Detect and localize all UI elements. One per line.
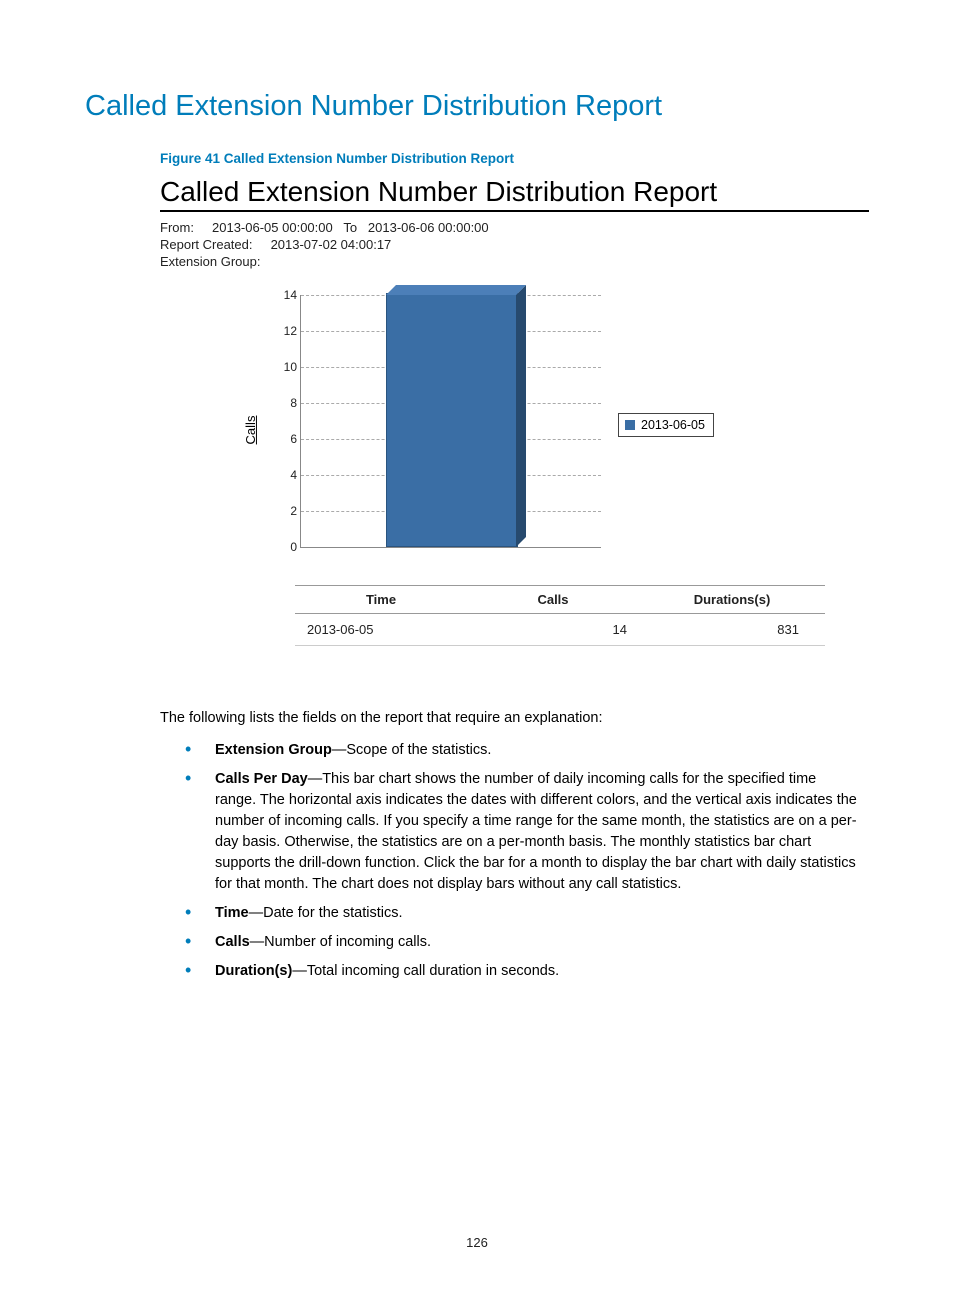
- field-desc: —Number of incoming calls.: [250, 934, 431, 950]
- chart-bar: [386, 293, 518, 547]
- chart-y-tick: 14: [273, 288, 301, 302]
- field-desc: —Total incoming call duration in seconds…: [292, 963, 559, 979]
- to-value: 2013-06-06 00:00:00: [368, 220, 489, 235]
- chart-y-tick: 12: [273, 324, 301, 338]
- explanation-intro: The following lists the fields on the re…: [160, 710, 869, 726]
- cell-duration: 831: [639, 614, 825, 646]
- chart-plot-area: 02468101214: [300, 295, 601, 548]
- to-label: To: [343, 220, 357, 235]
- col-header-time: Time: [295, 586, 467, 614]
- chart-y-tick: 8: [273, 396, 301, 410]
- report-date-range: From: 2013-06-05 00:00:00 To 2013-06-06 …: [160, 220, 869, 235]
- cell-calls: 14: [467, 614, 639, 646]
- created-label: Report Created:: [160, 237, 253, 252]
- page-number: 126: [0, 1235, 954, 1250]
- figure-caption: Figure 41 Called Extension Number Distri…: [160, 151, 869, 166]
- cell-time: 2013-06-05: [295, 614, 467, 646]
- field-term: Calls Per Day: [215, 771, 308, 787]
- table-row: 2013-06-0514831: [295, 614, 825, 646]
- legend-label: 2013-06-05: [641, 418, 705, 432]
- list-item: Extension Group—Scope of the statistics.: [185, 740, 859, 761]
- field-term: Calls: [215, 934, 250, 950]
- chart-legend: 2013-06-05: [618, 413, 714, 437]
- chart-y-tick: 10: [273, 360, 301, 374]
- field-desc: —Scope of the statistics.: [332, 742, 492, 758]
- report-screenshot: Called Extension Number Distribution Rep…: [160, 176, 869, 646]
- list-item: Calls Per Day—This bar chart shows the n…: [185, 769, 859, 895]
- extension-group-row: Extension Group:: [160, 254, 869, 269]
- list-item: Calls—Number of incoming calls.: [185, 932, 859, 953]
- field-term: Duration(s): [215, 963, 292, 979]
- chart-y-tick: 0: [273, 540, 301, 554]
- field-desc: —This bar chart shows the number of dail…: [215, 771, 857, 892]
- list-item: Time—Date for the statistics.: [185, 903, 859, 924]
- created-value: 2013-07-02 04:00:17: [271, 237, 392, 252]
- col-header-duration: Durations(s): [639, 586, 825, 614]
- list-item: Duration(s)—Total incoming call duration…: [185, 961, 859, 982]
- extgroup-label: Extension Group:: [160, 254, 260, 269]
- report-created-row: Report Created: 2013-07-02 04:00:17: [160, 237, 869, 252]
- field-desc: —Date for the statistics.: [249, 905, 403, 921]
- col-header-calls: Calls: [467, 586, 639, 614]
- table-header-row: Time Calls Durations(s): [295, 586, 825, 614]
- calls-per-day-chart: Calls 02468101214 2013-06-05: [270, 295, 869, 565]
- chart-bar-top: [386, 285, 526, 295]
- from-label: From:: [160, 220, 194, 235]
- chart-y-axis-label: Calls: [243, 416, 258, 445]
- chart-y-tick: 6: [273, 432, 301, 446]
- field-term: Time: [215, 905, 249, 921]
- legend-swatch-icon: [625, 420, 635, 430]
- field-term: Extension Group: [215, 742, 332, 758]
- page-title: Called Extension Number Distribution Rep…: [85, 90, 869, 123]
- from-value: 2013-06-05 00:00:00: [212, 220, 333, 235]
- data-table: Time Calls Durations(s) 2013-06-0514831: [295, 585, 825, 646]
- chart-y-tick: 4: [273, 468, 301, 482]
- report-title: Called Extension Number Distribution Rep…: [160, 176, 869, 212]
- field-explanation-list: Extension Group—Scope of the statistics.…: [185, 740, 869, 982]
- chart-bar-side: [516, 285, 526, 547]
- chart-y-tick: 2: [273, 504, 301, 518]
